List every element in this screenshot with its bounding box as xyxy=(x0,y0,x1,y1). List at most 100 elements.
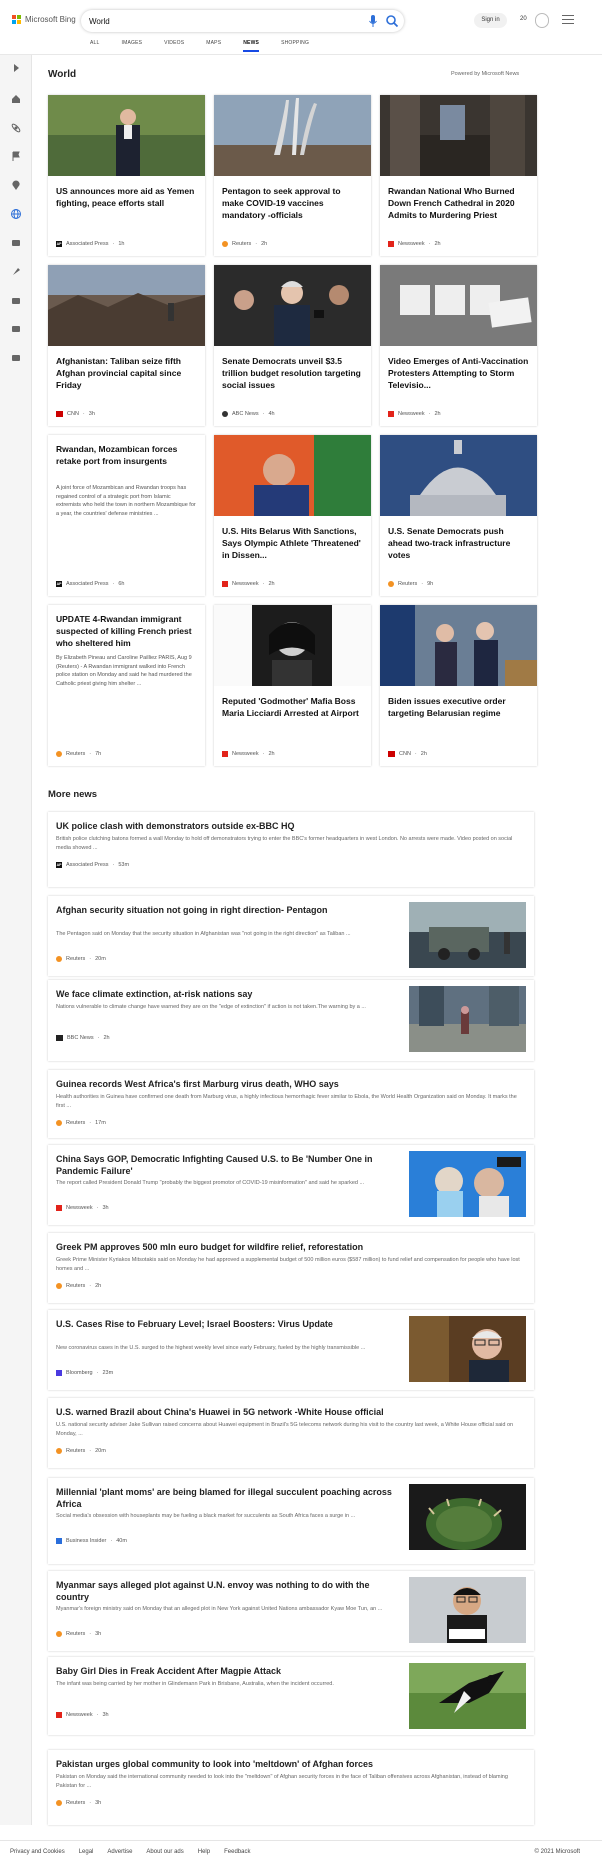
news-card-source[interactable]: CNN · 2h xyxy=(388,751,427,757)
more-news-item[interactable]: Millennial 'plant moms' are being blamed… xyxy=(48,1478,534,1564)
news-card[interactable]: UPDATE 4-Rwandan immigrant suspected of … xyxy=(48,605,205,766)
more-news-item[interactable]: China Says GOP, Democratic Infighting Ca… xyxy=(48,1145,534,1225)
news-card-image[interactable] xyxy=(214,605,371,686)
globe-icon[interactable] xyxy=(10,208,22,220)
news-card[interactable]: Senate Democrats unveil $3.5 trillion bu… xyxy=(214,265,371,426)
rocket-icon[interactable] xyxy=(10,266,22,278)
news-card-source[interactable]: Newsweek · 2h xyxy=(222,751,275,757)
more-news-item[interactable]: Guinea records West Africa's first Marbu… xyxy=(48,1070,534,1138)
news-card-source[interactable]: Reuters · 9h xyxy=(388,581,433,587)
sign-in-button[interactable]: Sign in xyxy=(474,13,507,28)
news-card[interactable]: Pentagon to seek approval to make COVID-… xyxy=(214,95,371,256)
home-icon[interactable] xyxy=(10,93,22,105)
more-news-title[interactable]: Pakistan urges global community to look … xyxy=(56,1758,526,1770)
more-news-source[interactable]: Reuters · 17m xyxy=(56,1120,106,1126)
tab-videos[interactable]: VIDEOS xyxy=(164,40,184,52)
news-card-title[interactable]: US announces more aid as Yemen fighting,… xyxy=(56,185,198,209)
news-card-source[interactable]: AP Associated Press · 1h xyxy=(56,241,124,247)
more-news-image[interactable] xyxy=(409,902,526,968)
more-news-title[interactable]: Guinea records West Africa's first Marbu… xyxy=(56,1078,526,1090)
more-news-source[interactable]: Reuters · 20m xyxy=(56,1448,106,1454)
news-card[interactable]: Rwandan National Who Burned Down French … xyxy=(380,95,537,256)
more-news-source[interactable]: AP Associated Press · 53m xyxy=(56,862,129,868)
more-news-title[interactable]: Myanmar says alleged plot against U.N. e… xyxy=(56,1579,401,1603)
hamburger-menu-icon[interactable] xyxy=(562,15,574,25)
search-input[interactable] xyxy=(89,14,359,28)
money-icon[interactable] xyxy=(10,352,22,364)
more-news-source[interactable]: Reuters · 20m xyxy=(56,956,106,962)
footer-link[interactable]: Advertise xyxy=(107,1849,132,1855)
more-news-item[interactable]: UK police clash with demonstrators outsi… xyxy=(48,812,534,887)
news-card-image[interactable] xyxy=(380,265,537,346)
tab-all[interactable]: ALL xyxy=(90,40,100,52)
more-news-title[interactable]: We face climate extinction, at-risk nati… xyxy=(56,988,401,1000)
news-card[interactable]: Video Emerges of Anti-Vaccination Protes… xyxy=(380,265,537,426)
science-icon[interactable] xyxy=(10,122,22,134)
flag-icon[interactable] xyxy=(10,150,22,162)
tab-shopping[interactable]: SHOPPING xyxy=(281,40,309,52)
news-card-source[interactable]: CNN · 3h xyxy=(56,411,95,417)
news-card-image[interactable] xyxy=(214,265,371,346)
news-card-title[interactable]: Senate Democrats unveil $3.5 trillion bu… xyxy=(222,355,364,391)
news-card-title[interactable]: Pentagon to seek approval to make COVID-… xyxy=(222,185,364,221)
news-card-image[interactable] xyxy=(214,95,371,176)
news-card-title[interactable]: U.S. Senate Democrats push ahead two-tra… xyxy=(388,525,530,561)
footer-link[interactable]: Legal xyxy=(79,1849,94,1855)
news-card-title[interactable]: Reputed 'Godmother' Mafia Boss Maria Lic… xyxy=(222,695,364,719)
news-card-source[interactable]: Reuters · 7h xyxy=(56,751,101,757)
more-news-item[interactable]: U.S. warned Brazil about China's Huawei … xyxy=(48,1398,534,1468)
news-card[interactable]: Biden issues executive order targeting B… xyxy=(380,605,537,766)
news-card-image[interactable] xyxy=(380,95,537,176)
news-card[interactable]: U.S. Hits Belarus With Sanctions, Says O… xyxy=(214,435,371,596)
news-card-title[interactable]: Afghanistan: Taliban seize fifth Afghan … xyxy=(56,355,198,391)
news-card[interactable]: Rwandan, Mozambican forces retake port f… xyxy=(48,435,205,596)
footer-link[interactable]: Help xyxy=(198,1849,210,1855)
more-news-source[interactable]: Reuters · 3h xyxy=(56,1631,101,1637)
news-card-image[interactable] xyxy=(48,265,205,346)
news-card-source[interactable]: Newsweek · 2h xyxy=(388,411,441,417)
more-news-item[interactable]: U.S. Cases Rise to February Level; Israe… xyxy=(48,1310,534,1390)
expand-icon[interactable] xyxy=(10,62,22,74)
microphone-icon[interactable] xyxy=(367,12,379,30)
news-card-title[interactable]: Rwandan National Who Burned Down French … xyxy=(388,185,530,221)
news-card-title[interactable]: Rwandan, Mozambican forces retake port f… xyxy=(56,443,198,467)
more-news-title[interactable]: U.S. warned Brazil about China's Huawei … xyxy=(56,1406,526,1418)
news-card-title[interactable]: Biden issues executive order targeting B… xyxy=(388,695,530,719)
search-icon[interactable] xyxy=(384,12,400,30)
footer-link[interactable]: Feedback xyxy=(224,1849,250,1855)
news-card-title[interactable]: U.S. Hits Belarus With Sanctions, Says O… xyxy=(222,525,364,561)
more-news-item[interactable]: Greek PM approves 500 mln euro budget fo… xyxy=(48,1233,534,1303)
news-card[interactable]: U.S. Senate Democrats push ahead two-tra… xyxy=(380,435,537,596)
more-news-image[interactable] xyxy=(409,1316,526,1382)
tab-images[interactable]: IMAGES xyxy=(122,40,143,52)
more-news-image[interactable] xyxy=(409,1663,526,1729)
more-news-image[interactable] xyxy=(409,1484,526,1550)
rewards-points[interactable]: 20 xyxy=(520,16,527,22)
more-news-image[interactable] xyxy=(409,1151,526,1217)
entertainment-icon[interactable] xyxy=(10,295,22,307)
tab-maps[interactable]: MAPS xyxy=(206,40,221,52)
more-news-title[interactable]: Baby Girl Dies in Freak Accident After M… xyxy=(56,1665,401,1677)
news-card-image[interactable] xyxy=(48,95,205,176)
footer-link[interactable]: About our ads xyxy=(146,1849,183,1855)
more-news-item[interactable]: We face climate extinction, at-risk nati… xyxy=(48,980,534,1061)
more-news-title[interactable]: Greek PM approves 500 mln euro budget fo… xyxy=(56,1241,526,1253)
more-news-title[interactable]: China Says GOP, Democratic Infighting Ca… xyxy=(56,1153,401,1177)
news-card-source[interactable]: ABC News · 4h xyxy=(222,411,275,417)
news-card[interactable]: Afghanistan: Taliban seize fifth Afghan … xyxy=(48,265,205,426)
more-news-source[interactable]: BBC News · 2h xyxy=(56,1035,110,1041)
more-news-image[interactable] xyxy=(409,986,526,1052)
more-news-title[interactable]: U.S. Cases Rise to February Level; Israe… xyxy=(56,1318,401,1330)
news-card-image[interactable] xyxy=(214,435,371,516)
more-news-title[interactable]: UK police clash with demonstrators outsi… xyxy=(56,820,526,832)
news-card-source[interactable]: Newsweek · 2h xyxy=(388,241,441,247)
more-news-item[interactable]: Myanmar says alleged plot against U.N. e… xyxy=(48,1571,534,1651)
more-news-source[interactable]: Bloomberg · 23m xyxy=(56,1370,113,1376)
news-card-image[interactable] xyxy=(380,605,537,686)
more-news-title[interactable]: Millennial 'plant moms' are being blamed… xyxy=(56,1486,401,1510)
more-news-source[interactable]: Newsweek · 3h xyxy=(56,1712,109,1718)
more-news-image[interactable] xyxy=(409,1577,526,1643)
footer-link[interactable]: Privacy and Cookies xyxy=(10,1849,65,1855)
news-card-source[interactable]: Newsweek · 2h xyxy=(222,581,275,587)
news-card-source[interactable]: AP Associated Press · 6h xyxy=(56,581,124,587)
